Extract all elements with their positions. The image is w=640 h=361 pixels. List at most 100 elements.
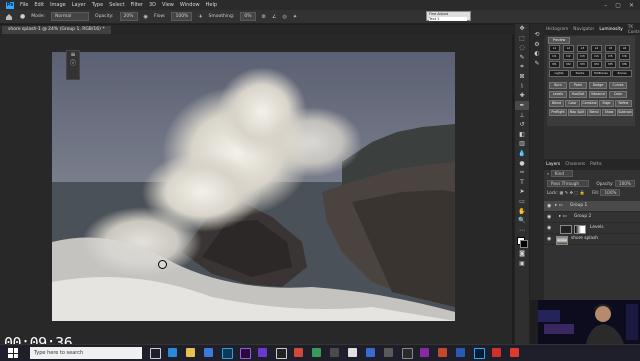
subtract-button[interactable]: Subtract bbox=[617, 109, 633, 116]
menu-help[interactable]: Help bbox=[206, 2, 217, 8]
photoshop-taskbar-icon[interactable] bbox=[474, 348, 485, 359]
preview-button[interactable]: Preview bbox=[548, 37, 570, 44]
hue-sat-button[interactable]: Hue/Sat bbox=[569, 91, 587, 98]
pen-tool-icon[interactable]: ✑ bbox=[515, 168, 529, 178]
color-button[interactable]: Color bbox=[609, 91, 627, 98]
visibility-eye-icon[interactable]: ◉ bbox=[547, 234, 551, 244]
app-icon-9[interactable] bbox=[294, 348, 303, 357]
tab-paths[interactable]: Paths bbox=[590, 162, 602, 167]
app-icon-8[interactable] bbox=[276, 348, 287, 359]
menu-filter[interactable]: Filter bbox=[131, 2, 143, 8]
app-icon-16[interactable] bbox=[420, 348, 429, 357]
mask-button-m1[interactable]: M1 bbox=[549, 61, 560, 68]
menu-type[interactable]: Type bbox=[92, 2, 103, 8]
lock-icons[interactable]: ▦ ✎ ✥ ⬚ 🔒 bbox=[559, 190, 584, 195]
color-blend-button[interactable]: Color bbox=[565, 100, 580, 107]
info-icon[interactable]: ⓘ bbox=[67, 58, 79, 67]
refine-button[interactable]: Refine bbox=[615, 100, 632, 107]
menu-3d[interactable]: 3D bbox=[149, 2, 156, 8]
premiere-icon[interactable] bbox=[240, 348, 251, 359]
taskbar-search-input[interactable]: Type here to search bbox=[30, 347, 142, 359]
app-icon-10[interactable] bbox=[312, 348, 321, 357]
app-icon-11[interactable] bbox=[330, 348, 339, 357]
crop-tool-icon[interactable]: ⌗ bbox=[515, 62, 529, 72]
mask-button-m3[interactable]: M3 bbox=[577, 61, 588, 68]
layer-row-group-1[interactable]: ◉ ▸ ▭ Group 1 bbox=[544, 201, 640, 212]
healing-tool-icon[interactable]: ✚ bbox=[515, 91, 529, 101]
layer-row-group-2[interactable]: ◉ ▸ ▭ Group 2 bbox=[544, 212, 640, 223]
document-tab[interactable]: shore splash-1 @ 24% (Group 1, RGB/16) * bbox=[2, 26, 111, 34]
mask-button-l5[interactable]: L5 bbox=[605, 45, 616, 52]
smoothing-settings-icon[interactable]: ⚙ bbox=[262, 14, 266, 20]
history-panel-icon[interactable]: ⟲ bbox=[530, 30, 544, 40]
levels-button[interactable]: Levels bbox=[549, 91, 567, 98]
screen-mode-icon[interactable]: ▣ bbox=[515, 259, 529, 269]
eyedropper-tool-icon[interactable]: ⌇ bbox=[515, 82, 529, 92]
pressure-opacity-icon[interactable]: ◉ bbox=[144, 14, 148, 20]
app-icon-12[interactable] bbox=[348, 348, 357, 357]
smoothing-field[interactable]: 0% bbox=[240, 12, 256, 21]
combine-button[interactable]: Combine bbox=[581, 100, 598, 107]
minimize-button[interactable]: – bbox=[604, 2, 607, 9]
show-button[interactable]: Show bbox=[602, 109, 616, 116]
properties-panel-icon[interactable]: ⚙ bbox=[530, 40, 544, 50]
menu-layer[interactable]: Layer bbox=[72, 2, 86, 8]
app-icon-7[interactable] bbox=[258, 348, 267, 357]
row-label-lights[interactable]: Lights bbox=[549, 70, 569, 77]
mask-button-l2[interactable]: L2 bbox=[563, 45, 574, 52]
menu-window[interactable]: Window bbox=[180, 2, 200, 8]
mask-button-m2[interactable]: M2 bbox=[563, 61, 574, 68]
mask-button-m5[interactable]: M5 bbox=[605, 61, 616, 68]
lightroom-icon[interactable] bbox=[222, 348, 233, 359]
app-icon-21[interactable] bbox=[510, 348, 519, 357]
brush-tool-icon[interactable]: ✒ bbox=[515, 100, 529, 111]
path-select-tool-icon[interactable]: ➤ bbox=[515, 187, 529, 197]
menu-image[interactable]: Image bbox=[50, 2, 66, 8]
mask-button-d5[interactable]: D5 bbox=[605, 53, 616, 60]
visibility-eye-icon[interactable]: ◉ bbox=[547, 223, 551, 233]
mask-button-l1[interactable]: L1 bbox=[549, 45, 560, 52]
marquee-tool-icon[interactable]: ⬚ bbox=[515, 34, 529, 44]
document-canvas-photo[interactable] bbox=[52, 52, 455, 321]
app-icon-17[interactable] bbox=[438, 348, 447, 357]
tab-navigator[interactable]: Navigator bbox=[573, 27, 594, 32]
angle-icon[interactable]: ∠ bbox=[272, 14, 276, 20]
tab-histogram[interactable]: Histogram bbox=[546, 27, 568, 32]
color-swatches-icon[interactable] bbox=[515, 235, 529, 249]
menu-select[interactable]: Select bbox=[109, 2, 124, 8]
type-tool-icon[interactable]: T bbox=[515, 178, 529, 188]
flow-field[interactable]: 100% bbox=[171, 12, 193, 21]
store-icon[interactable] bbox=[204, 348, 213, 357]
mask-button-d2[interactable]: D2 bbox=[563, 53, 574, 60]
gradient-tool-icon[interactable]: ▥ bbox=[515, 139, 529, 149]
opacity-field[interactable]: 20% bbox=[119, 12, 138, 21]
blend-row4-button[interactable]: Blend bbox=[587, 109, 601, 116]
mask-button-l3[interactable]: L3 bbox=[577, 45, 588, 52]
mask-button-m6[interactable]: M6 bbox=[619, 61, 630, 68]
maximize-button[interactable]: ▢ bbox=[615, 2, 621, 9]
eraser-tool-icon[interactable]: ◧ bbox=[515, 130, 529, 140]
layer-opacity-field[interactable]: 100% bbox=[614, 180, 635, 187]
stamp-tool-icon[interactable]: ⊥ bbox=[515, 110, 529, 120]
tab-channels[interactable]: Channels bbox=[565, 162, 585, 167]
tab-luminosity[interactable]: Luminosity bbox=[599, 27, 622, 32]
row-label-midtones[interactable]: Midtones bbox=[591, 70, 611, 77]
mask-button-d4[interactable]: D4 bbox=[591, 53, 602, 60]
tab-tk-control[interactable]: TK Control bbox=[628, 25, 640, 35]
blend-mode-select[interactable]: Pass Through bbox=[547, 180, 589, 187]
move-tool-icon[interactable]: ✥ bbox=[515, 24, 529, 34]
vibrance-button[interactable]: Vibrance bbox=[589, 91, 607, 98]
app-icon-15[interactable] bbox=[402, 348, 413, 359]
adjustments-panel-icon[interactable]: ◐ bbox=[530, 49, 544, 59]
photoshop-app-icon[interactable]: Ps bbox=[6, 1, 14, 9]
layer-row-levels[interactable]: ◉ Levels bbox=[544, 223, 640, 234]
app-icon-18[interactable] bbox=[456, 348, 465, 357]
edge-button[interactable]: Edge bbox=[599, 100, 614, 107]
home-icon[interactable] bbox=[5, 13, 13, 21]
menu-edit[interactable]: Edit bbox=[34, 2, 44, 8]
quick-mask-icon[interactable]: ◙ bbox=[515, 249, 529, 259]
mask-button-m4[interactable]: M4 bbox=[591, 61, 602, 68]
airbrush-icon[interactable]: ✈ bbox=[198, 14, 202, 20]
paint-button[interactable]: Paint bbox=[569, 82, 587, 89]
history-brush-tool-icon[interactable]: ↺ bbox=[515, 120, 529, 130]
